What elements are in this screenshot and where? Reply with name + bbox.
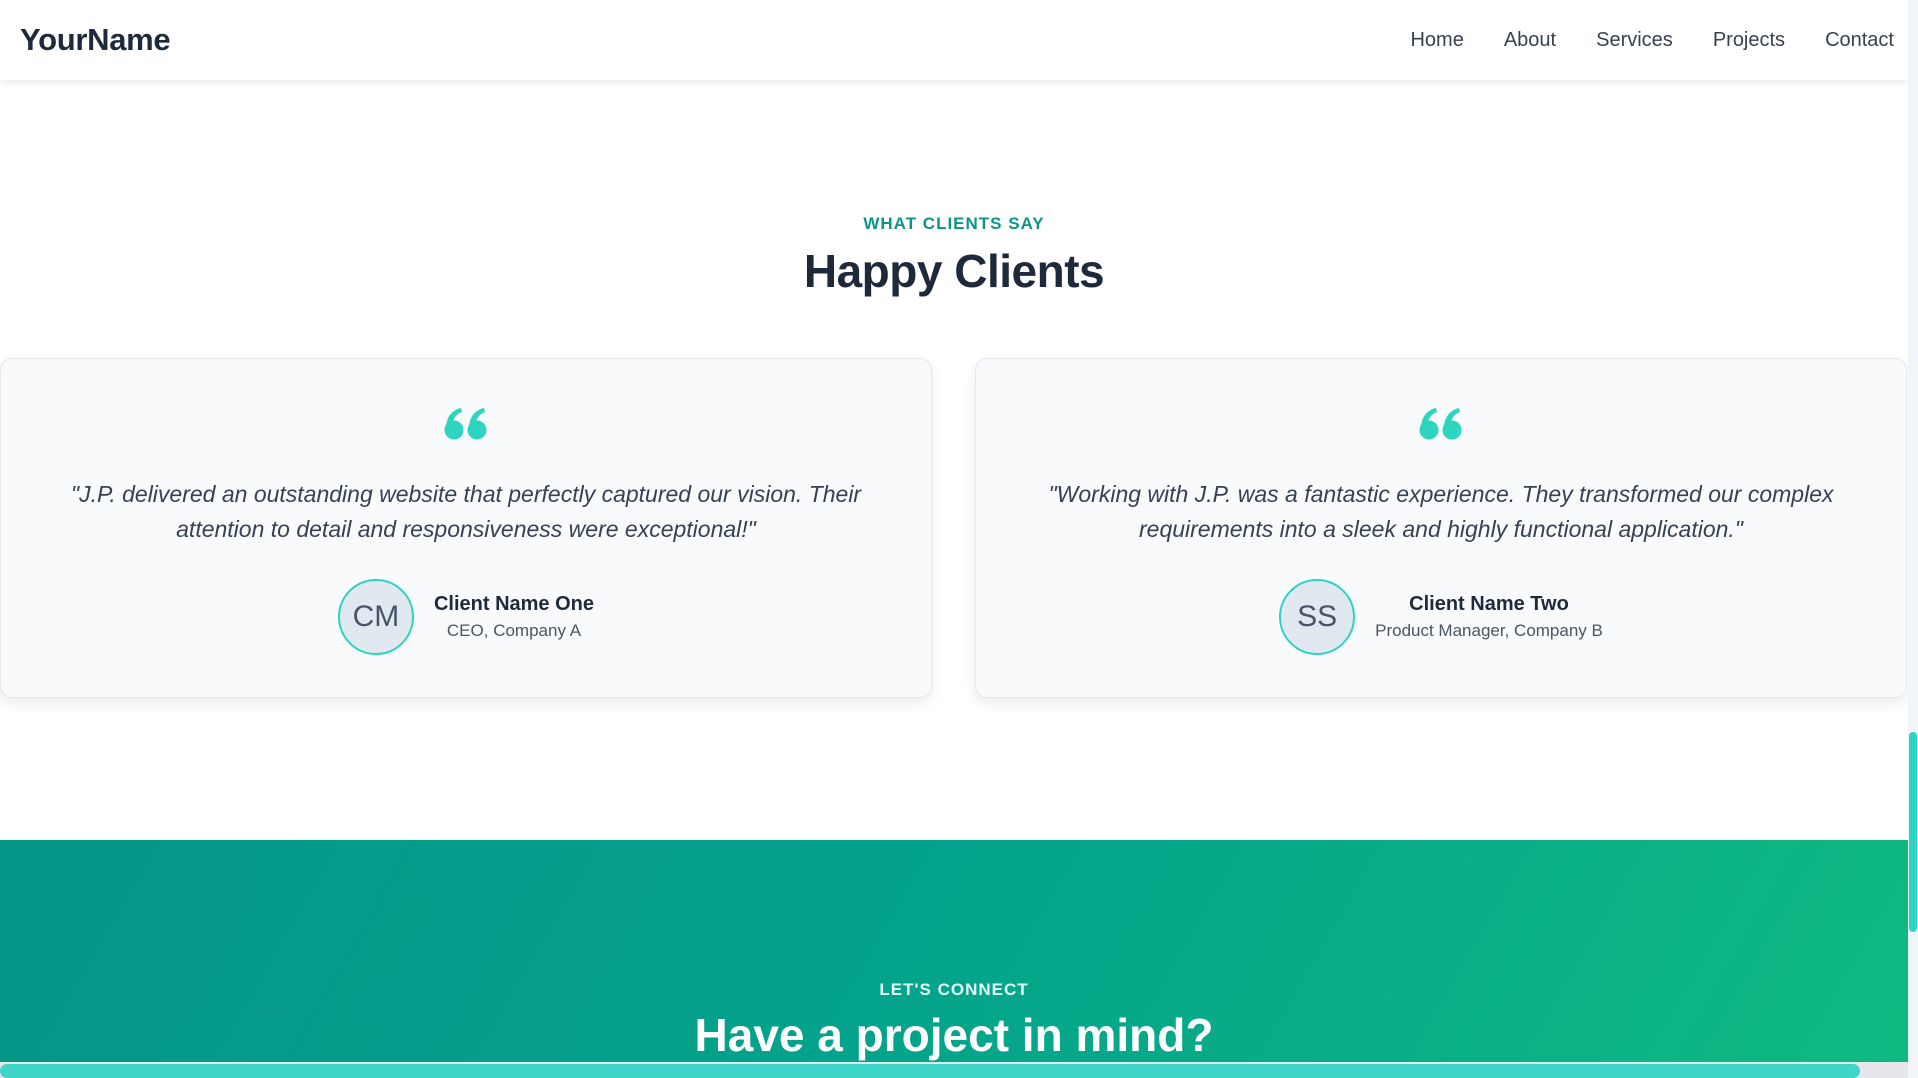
nav-services[interactable]: Services — [1596, 24, 1673, 56]
section-eyebrow: WHAT CLIENTS SAY — [863, 214, 1045, 233]
quote-icon — [1419, 408, 1462, 440]
author-role: CEO, Company A — [446, 621, 582, 640]
site-header: YourName Home About Services Projects Co… — [0, 0, 1908, 80]
brand-logo[interactable]: YourName — [20, 20, 171, 60]
nav-about[interactable]: About — [1504, 24, 1556, 56]
testimonial-author: CM Client Name One CEO, Company A — [1, 579, 931, 655]
author-name: Client Name Two — [1409, 593, 1569, 615]
author-info: Client Name One CEO, Company A — [434, 590, 594, 644]
author-info: Client Name Two Product Manager, Company… — [1375, 590, 1603, 644]
testimonial-card: "Working with J.P. was a fantastic exper… — [975, 358, 1907, 698]
testimonial-quote: "Working with J.P. was a fantastic exper… — [1048, 481, 1834, 542]
testimonial-card: "J.P. delivered an outstanding website t… — [0, 358, 932, 698]
nav-home[interactable]: Home — [1410, 24, 1463, 56]
avatar: SS — [1279, 579, 1356, 655]
author-role: Product Manager, Company B — [1375, 621, 1603, 640]
contact-section: LET'S CONNECT Have a project in mind? — [0, 840, 1908, 1078]
section-title: Happy Clients — [803, 245, 1105, 297]
quote-icon — [444, 408, 487, 440]
vertical-scrollbar-thumb[interactable] — [1909, 732, 1917, 932]
main-nav: Home About Services Projects Contact — [1370, 24, 1908, 56]
contact-title: Have a project in mind? — [694, 1009, 1214, 1061]
vertical-scrollbar[interactable] — [1908, 0, 1918, 1078]
horizontal-scrollbar[interactable] — [0, 1062, 1908, 1078]
page-viewport: YourName Home About Services Projects Co… — [0, 0, 1908, 1078]
nav-contact[interactable]: Contact — [1825, 24, 1894, 56]
testimonial-quote: "J.P. delivered an outstanding website t… — [70, 481, 862, 542]
horizontal-scrollbar-thumb[interactable] — [0, 1064, 1860, 1078]
nav-projects[interactable]: Projects — [1713, 24, 1785, 56]
contact-eyebrow: LET'S CONNECT — [879, 980, 1029, 999]
author-name: Client Name One — [433, 593, 595, 615]
avatar: CM — [337, 579, 414, 655]
testimonial-author: SS Client Name Two Product Manager, Comp… — [976, 579, 1906, 655]
